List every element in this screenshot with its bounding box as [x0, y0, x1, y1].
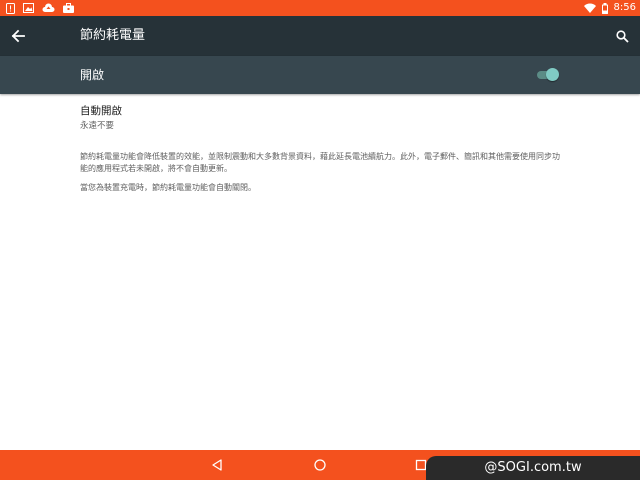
briefcase-icon	[63, 3, 74, 13]
toggle-thumb	[546, 68, 559, 81]
back-triangle-icon[interactable]	[210, 457, 226, 473]
auto-turn-on-preference[interactable]: 自動開啟 永遠不要	[80, 104, 280, 136]
charging-note: 當您為裝置充電時，節約耗電量功能會自動關閉。	[80, 183, 256, 192]
back-button[interactable]	[6, 24, 30, 48]
cloud-upload-icon	[42, 3, 55, 13]
preference-title: 自動開啟	[80, 105, 122, 117]
app-bar: 節約耗電量	[0, 16, 640, 56]
alert-icon	[6, 2, 15, 14]
arrow-left-icon	[11, 29, 25, 43]
master-switch-bar[interactable]: 開啟	[0, 56, 640, 94]
status-time: 8:56	[613, 2, 636, 13]
battery-saver-toggle[interactable]	[535, 67, 559, 83]
notification-icons	[6, 2, 74, 14]
system-icons: 8:56	[583, 2, 636, 14]
preference-summary: 永遠不要	[80, 121, 115, 131]
search-button[interactable]	[610, 24, 634, 48]
home-circle-icon[interactable]	[312, 457, 328, 473]
wifi-icon	[583, 3, 596, 13]
watermark: @SOGI.com.tw	[426, 456, 640, 480]
page-title: 節約耗電量	[80, 28, 146, 43]
battery-icon	[601, 2, 608, 14]
search-icon	[615, 29, 629, 43]
switch-label: 開啟	[80, 68, 105, 82]
status-bar: 8:56	[0, 0, 640, 16]
battery-saver-description: 節約耗電量功能會降低裝置的效能，並限制震動和大多數背景資料，藉此延長電池續航力。…	[80, 152, 560, 173]
image-icon	[23, 3, 34, 13]
